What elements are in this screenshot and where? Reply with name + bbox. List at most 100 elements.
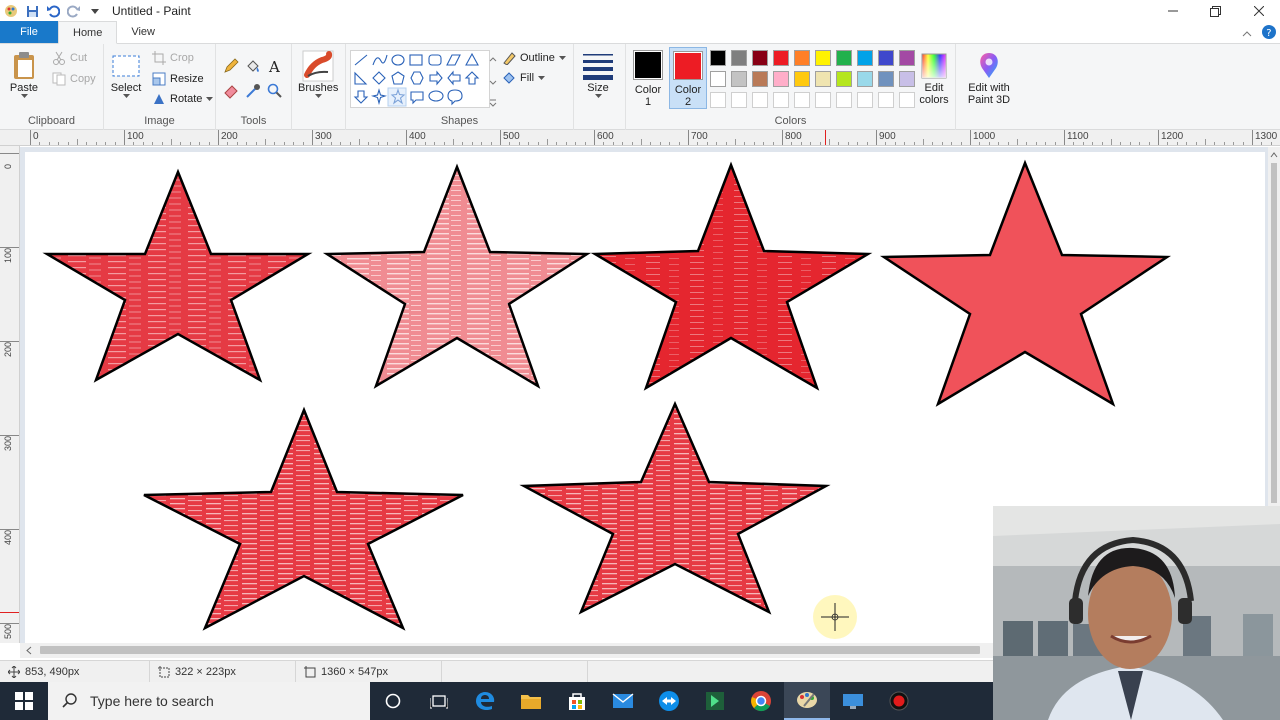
color2-button[interactable]: Color 2 [669,47,707,109]
teamviewer-icon[interactable] [646,682,692,720]
h-ruler-minor-tick [1176,142,1178,145]
palette-swatch[interactable] [836,50,852,66]
palette-swatch[interactable] [731,71,747,87]
palette-swatch[interactable] [731,50,747,66]
palette-swatch[interactable] [836,71,852,87]
tab-home[interactable]: Home [58,21,118,44]
star-6 [519,400,831,615]
h-ruler-minor-tick [58,142,60,145]
shapes-scroll[interactable] [488,50,498,108]
palette-swatch[interactable] [899,50,915,66]
edge-icon[interactable] [462,682,508,720]
color1-button[interactable]: Color 1 [630,50,666,108]
palette-swatch[interactable] [773,71,789,87]
palette-swatch-custom[interactable] [710,92,726,108]
chrome-icon[interactable] [738,682,784,720]
remote-icon[interactable] [830,682,876,720]
line-width-icon [582,50,614,82]
h-ruler-minor-tick [706,142,708,145]
palette-swatch-custom[interactable] [815,92,831,108]
rotate-icon [154,94,164,104]
v-ruler-tick: 200 [0,341,19,435]
edit-colors-label-1: Edit [924,82,944,94]
record-icon[interactable] [876,682,922,720]
palette-swatch[interactable] [752,50,768,66]
palette-swatch[interactable] [878,71,894,87]
start-button[interactable] [0,682,48,720]
palette-swatch[interactable] [899,71,915,87]
vertical-scroll-thumb[interactable] [1271,163,1277,503]
minimize-button[interactable] [1151,0,1194,22]
cut-button[interactable]: Cut [52,49,87,67]
horizontal-scrollbar[interactable] [20,643,993,658]
palette-swatch-custom[interactable] [899,92,915,108]
palette-swatch[interactable] [710,71,726,87]
outline-button[interactable]: Outline [502,49,566,67]
mail-icon[interactable] [600,682,646,720]
h-ruler-minor-tick [1261,142,1263,145]
v-ruler-tick-label: 400 [3,529,13,545]
taskbar-search[interactable]: Type here to search [48,682,370,720]
color-picker-icon[interactable] [244,82,262,100]
palette-swatch-custom[interactable] [836,92,852,108]
store-icon[interactable] [554,682,600,720]
pencil-icon[interactable] [222,57,240,75]
paste-button[interactable]: Paste [8,50,40,99]
palette-swatch[interactable] [710,50,726,66]
palette-swatch-custom[interactable] [752,92,768,108]
palette-swatch[interactable] [794,71,810,87]
tab-file[interactable]: File [0,21,58,43]
file-explorer-icon[interactable] [508,682,554,720]
palette-swatch[interactable] [857,50,873,66]
eraser-icon[interactable] [222,82,240,100]
image-size-text: 1360 × 547px [321,665,388,678]
app-icon[interactable] [692,682,738,720]
restore-button[interactable] [1194,0,1237,22]
palette-swatch[interactable] [857,71,873,87]
close-button[interactable] [1237,0,1280,22]
palette-swatch[interactable] [878,50,894,66]
rotate-button[interactable]: Rotate [152,90,214,108]
magnifier-icon[interactable] [266,82,284,100]
palette-swatch-custom[interactable] [878,92,894,108]
resize-icon [152,72,166,86]
star-3 [590,161,873,391]
cursor-position-text: 853, 490px [25,665,80,678]
shapes-gallery[interactable] [350,50,490,108]
redo-icon[interactable] [67,4,81,18]
save-icon[interactable] [25,4,39,18]
palette-swatch[interactable] [752,71,768,87]
paint3d-group: Edit with Paint 3D [956,44,1020,130]
undo-icon[interactable] [46,4,60,18]
collapse-ribbon-icon[interactable] [1242,27,1252,41]
fill-icon[interactable] [244,57,262,75]
edit-colors-button[interactable]: Edit colors [916,50,952,106]
task-view-icon[interactable] [416,682,462,720]
brushes-button[interactable]: Brushes [298,50,338,99]
crop-button[interactable]: Crop [152,49,194,67]
palette-swatch[interactable] [815,50,831,66]
text-icon[interactable]: A [266,57,284,75]
size-button[interactable]: Size [582,50,614,99]
copy-button[interactable]: Copy [52,70,96,88]
palette-swatch-custom[interactable] [794,92,810,108]
h-ruler-minor-tick [800,142,802,145]
palette-swatch[interactable] [773,50,789,66]
paint-icon[interactable] [784,682,830,720]
palette-swatch-custom[interactable] [773,92,789,108]
tab-view[interactable]: View [117,21,169,43]
palette-swatch-custom[interactable] [731,92,747,108]
palette-swatch[interactable] [815,71,831,87]
edit-with-paint3d-button[interactable]: Edit with Paint 3D [964,50,1014,106]
customize-qa-icon[interactable] [88,4,102,18]
fill-button[interactable]: Fill [502,69,546,87]
select-button[interactable]: Select [110,50,142,99]
help-icon[interactable]: ? [1262,25,1276,42]
palette-swatch-custom[interactable] [857,92,873,108]
cut-label: Cut [70,52,88,64]
h-ruler-minor-tick [904,142,906,145]
cortana-icon[interactable] [370,682,416,720]
palette-swatch[interactable] [794,50,810,66]
resize-button[interactable]: Resize [152,70,204,88]
horizontal-scroll-thumb[interactable] [40,646,980,654]
